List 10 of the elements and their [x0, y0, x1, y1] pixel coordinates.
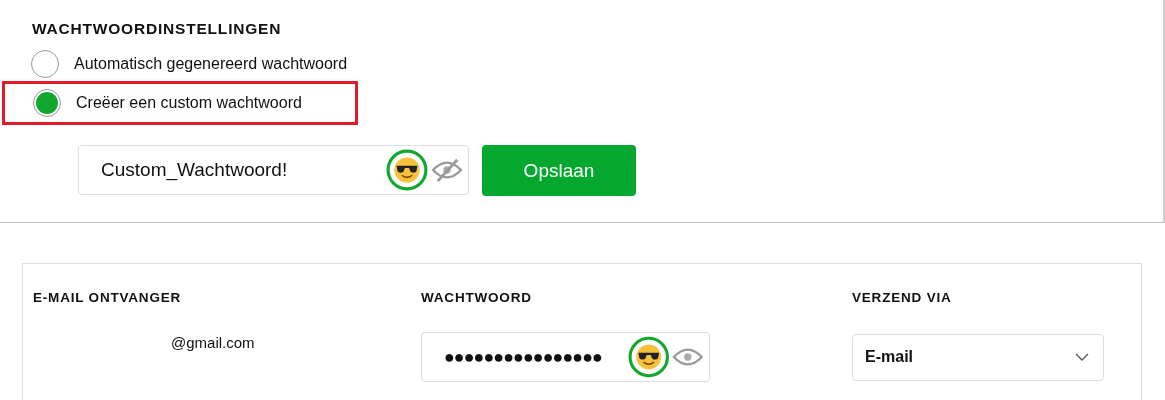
- table-cell-text: @gmail.com: [170, 333, 256, 351]
- send-via-dropdown[interactable]: E-mail: [852, 333, 1104, 381]
- password-field[interactable]: Custom_Wachtwoord!: [78, 145, 469, 195]
- section-title: WACHTWOORDINSTELLINGEN: [32, 20, 283, 38]
- column-header: VERZEND VIA: [852, 290, 953, 305]
- option-label: Automatisch gegenereerd wachtwoord: [74, 54, 348, 73]
- password-field[interactable]: ●●●●●●●●●●●●●●●●: [421, 332, 710, 382]
- column-header: E-MAIL ONTVANGER: [33, 290, 183, 305]
- option-label: Creëer een custom wachtwoord: [76, 94, 302, 112]
- column-header: WACHTWOORD: [421, 290, 533, 305]
